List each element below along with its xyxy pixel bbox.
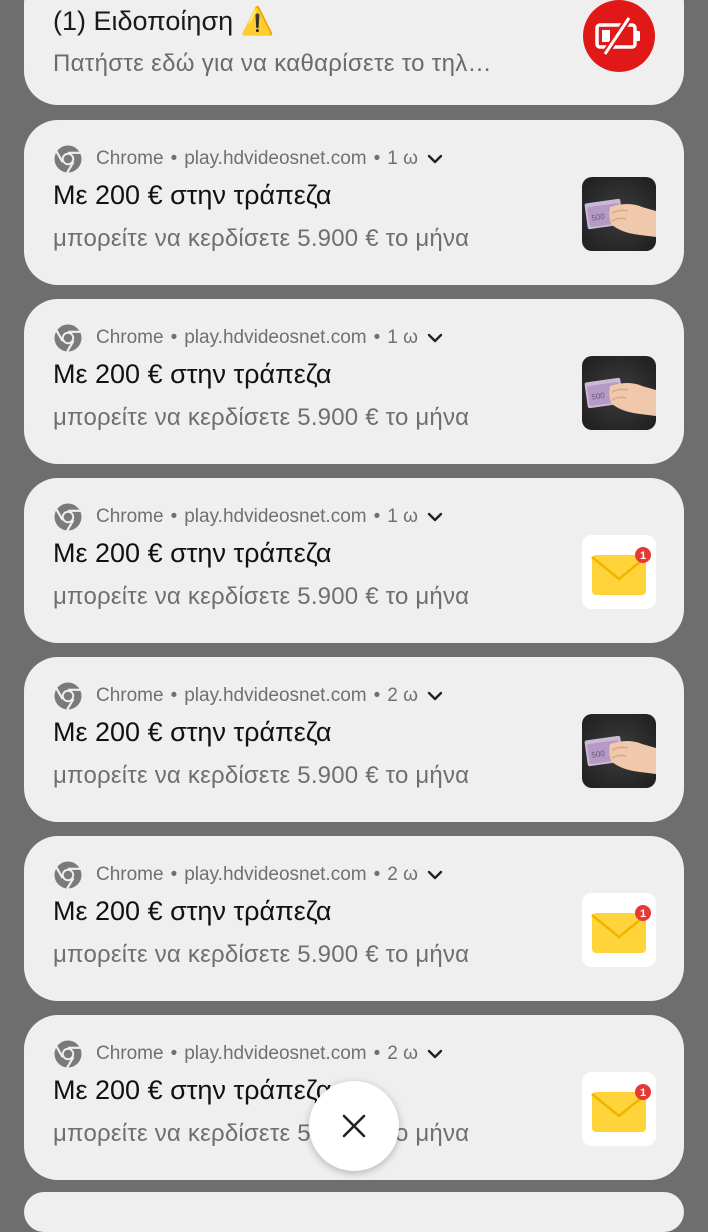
notification-time: 2 ω	[387, 685, 418, 706]
notification-title: Με 200 € στην τράπεζα	[53, 1075, 332, 1105]
notification-time: 2 ω	[387, 1043, 418, 1064]
separator-dot: •	[373, 327, 381, 348]
badge-count: 1	[640, 908, 646, 920]
notification-title: Με 200 € στην τράπεζα	[53, 717, 332, 747]
notification-card[interactable]: Chrome • play.hdvideosnet.com • 1 ω Με 200 € …	[24, 299, 684, 464]
site-name: play.hdvideosnet.com	[184, 506, 367, 527]
separator-dot: •	[170, 506, 178, 527]
separator-dot: •	[373, 685, 381, 706]
chrome-icon	[54, 861, 82, 890]
notification-title: (1) Ειδοποίηση ⚠️	[53, 6, 275, 36]
money-hand-image: 500	[582, 356, 656, 430]
notification-body: μπορείτε να κερδίσετε 5.900 € το μήνα	[53, 762, 470, 789]
separator-dot: •	[373, 1043, 381, 1064]
notification-cleanup[interactable]: (1) Ειδοποίηση ⚠️ Πατήστε εδώ για να καθ…	[24, 0, 684, 105]
chevron-down-icon[interactable]	[427, 869, 443, 881]
chevron-down-icon[interactable]	[427, 153, 443, 165]
app-name: Chrome	[96, 864, 164, 885]
notification-header: Chrome • play.hdvideosnet.com • 2 ω	[53, 860, 443, 890]
close-icon	[342, 1114, 366, 1138]
separator-dot: •	[170, 327, 178, 348]
site-name: play.hdvideosnet.com	[184, 148, 367, 169]
notification-body: μπορείτε να κερδίσετε 5.900 € το μήνα	[53, 225, 470, 252]
mail-envelope-icon: 1	[582, 893, 656, 967]
notification-header: Chrome • play.hdvideosnet.com • 1 ω	[53, 323, 443, 353]
notification-time: 1 ω	[387, 148, 418, 169]
app-name: Chrome	[96, 506, 164, 527]
notification-header: Chrome • play.hdvideosnet.com • 1 ω	[53, 144, 443, 174]
notification-time: 1 ω	[387, 506, 418, 527]
mail-envelope-icon: 1	[582, 535, 656, 609]
notification-title: Με 200 € στην τράπεζα	[53, 359, 332, 389]
notification-card[interactable]: Chrome • play.hdvideosnet.com • 1 ω Με 200 € …	[24, 478, 684, 643]
notification-title: Με 200 € στην τράπεζα	[53, 180, 332, 210]
notification-time: 2 ω	[387, 864, 418, 885]
chevron-down-icon[interactable]	[427, 511, 443, 523]
notification-card[interactable]: Chrome • play.hdvideosnet.com • 2 ω Με 200 € …	[24, 836, 684, 1001]
app-name: Chrome	[96, 327, 164, 348]
badge-count: 1	[640, 550, 646, 562]
notification-header: Chrome • play.hdvideosnet.com • 1 ω	[53, 502, 443, 532]
money-hand-image: 500	[582, 714, 656, 788]
notification-title: Με 200 € στην τράπεζα	[53, 896, 332, 926]
notification-subtitle: Πατήστε εδώ για να καθαρίσετε το τηλ…	[53, 50, 492, 77]
battery-crossed-icon	[583, 0, 655, 72]
chevron-down-icon[interactable]	[427, 1048, 443, 1060]
separator-dot: •	[373, 506, 381, 527]
separator-dot: •	[170, 1043, 178, 1064]
app-name: Chrome	[96, 685, 164, 706]
svg-text:500: 500	[591, 391, 606, 402]
badge-count: 1	[640, 1087, 646, 1099]
chrome-icon	[54, 324, 82, 353]
site-name: play.hdvideosnet.com	[184, 685, 367, 706]
separator-dot: •	[373, 864, 381, 885]
notification-body: μπορείτε να κερδίσετε 5.900 € το μήνα	[53, 404, 470, 431]
app-name: Chrome	[96, 1043, 164, 1064]
money-hand-image: 500	[582, 177, 656, 251]
app-name: Chrome	[96, 148, 164, 169]
svg-text:500: 500	[591, 212, 606, 223]
notification-body: μπορείτε να κερδίσετε 5.900 € το μήνα	[53, 583, 470, 610]
notification-card[interactable]: Chrome • play.hdvideosnet.com • 1 ω Με 200 € …	[24, 120, 684, 285]
chevron-down-icon[interactable]	[427, 332, 443, 344]
notification-body: μπορείτε να κερδίσετε 5.900 € το μήνα	[53, 941, 470, 968]
site-name: play.hdvideosnet.com	[184, 327, 367, 348]
notification-body: μπορείτε να κερδίσετε 5.900 € το μήνα	[53, 1120, 470, 1147]
notification-card[interactable]: Chrome • play.hdvideosnet.com • 2 ω Με 200 € …	[24, 657, 684, 822]
mail-envelope-icon: 1	[582, 1072, 656, 1146]
svg-text:500: 500	[591, 749, 606, 760]
separator-dot: •	[170, 148, 178, 169]
separator-dot: •	[373, 148, 381, 169]
notification-header: Chrome • play.hdvideosnet.com • 2 ω	[53, 1039, 443, 1069]
chrome-icon	[54, 145, 82, 174]
site-name: play.hdvideosnet.com	[184, 864, 367, 885]
notification-title: Με 200 € στην τράπεζα	[53, 538, 332, 568]
chevron-down-icon[interactable]	[427, 690, 443, 702]
site-name: play.hdvideosnet.com	[184, 1043, 367, 1064]
chrome-icon	[54, 1040, 82, 1069]
chrome-icon	[54, 503, 82, 532]
separator-dot: •	[170, 864, 178, 885]
notification-time: 1 ω	[387, 327, 418, 348]
separator-dot: •	[170, 685, 178, 706]
chrome-icon	[54, 682, 82, 711]
close-button[interactable]	[309, 1081, 399, 1171]
notification-header: Chrome • play.hdvideosnet.com • 2 ω	[53, 681, 443, 711]
notification-peek[interactable]	[24, 1192, 684, 1232]
